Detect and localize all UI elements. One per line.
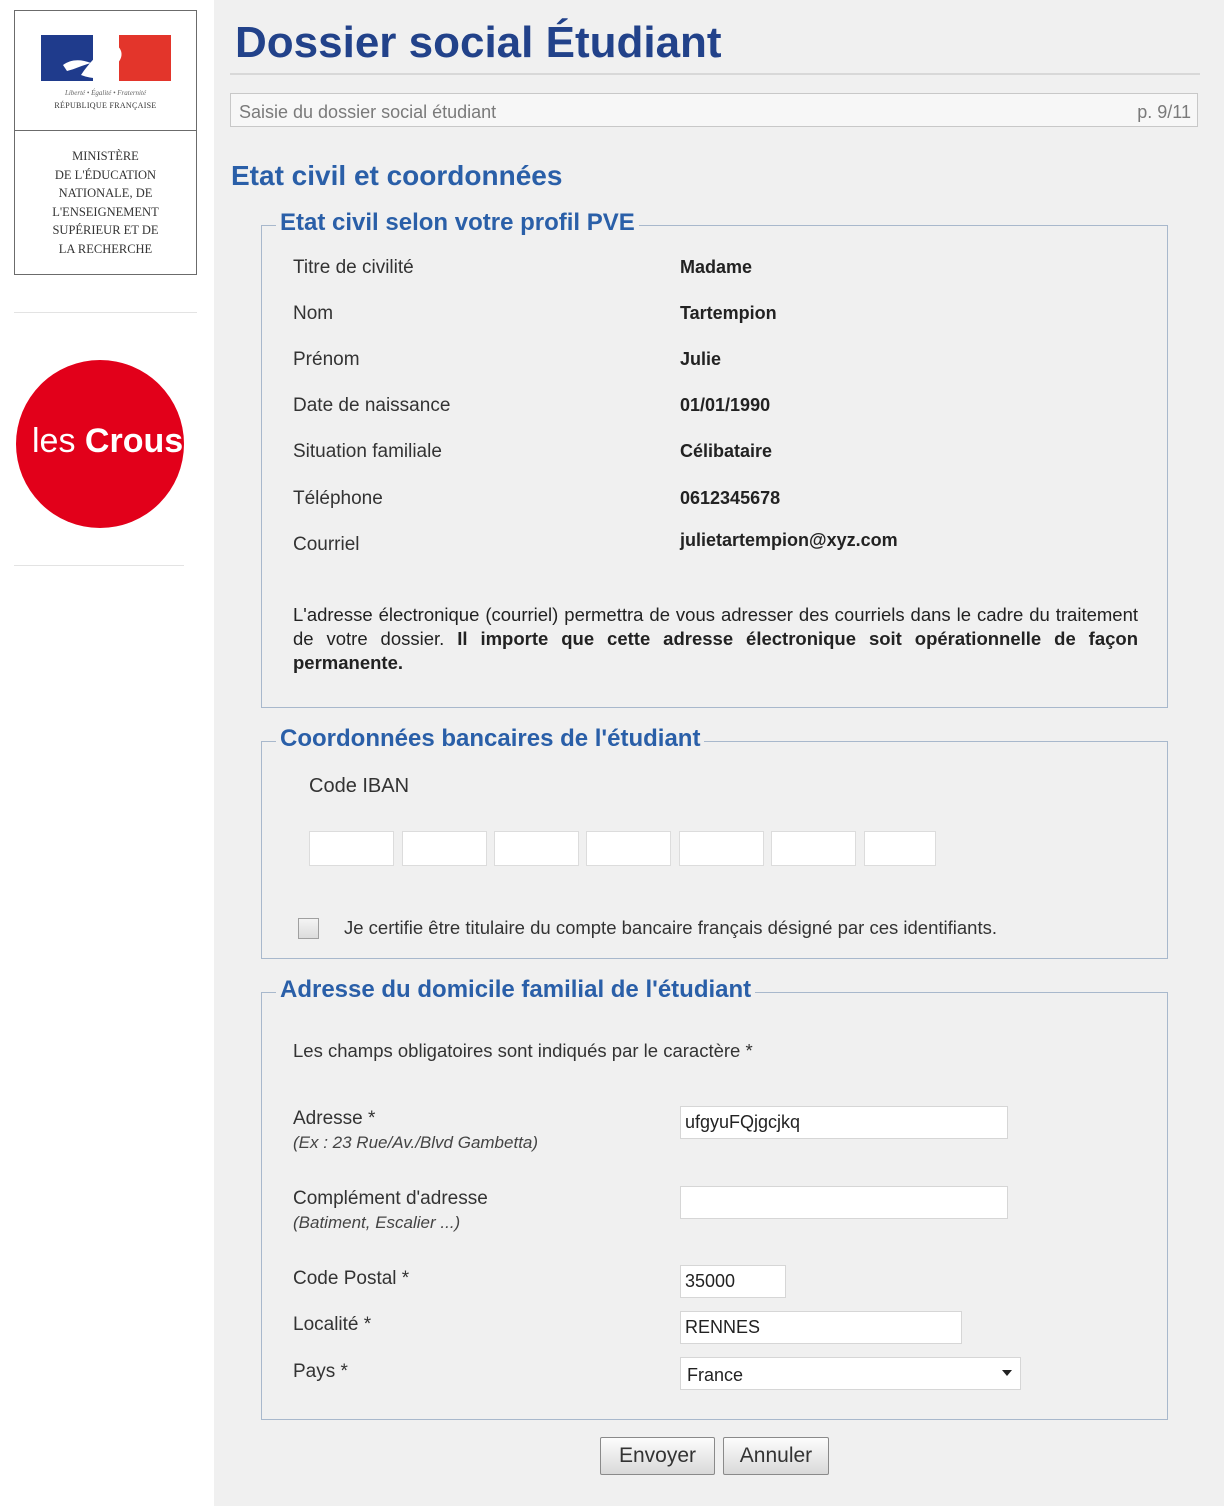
etat-civil-legend: Etat civil selon votre profil PVE: [276, 209, 639, 237]
step-title: Saisie du dossier social étudiant: [239, 102, 497, 122]
adresse-input[interactable]: [680, 1106, 1008, 1139]
adresse-label: Adresse *: [293, 1108, 376, 1129]
pays-select[interactable]: France: [680, 1357, 1021, 1390]
iban-segment-5[interactable]: [679, 831, 764, 866]
main-content: Dossier social Étudiant Saisie du dossie…: [214, 0, 1224, 1506]
sidebar: Liberté • Égalité • Fraternité RÉPUBLIQU…: [0, 0, 214, 1506]
localite-input[interactable]: [680, 1311, 962, 1344]
annuler-button[interactable]: Annuler: [723, 1437, 829, 1475]
envoyer-button[interactable]: Envoyer: [600, 1437, 715, 1475]
telephone-label: Téléphone: [293, 488, 383, 509]
pays-label: Pays *: [293, 1361, 348, 1382]
ministere-line: MINISTÈRE: [72, 149, 139, 163]
coordonnees-bancaires-fieldset: Coordonnées bancaires de l'étudiant Code…: [261, 725, 1168, 959]
title-divider: [230, 73, 1200, 75]
ministere-line: LA RECHERCHE: [58, 241, 153, 256]
coordonnees-bancaires-legend: Coordonnées bancaires de l'étudiant: [276, 725, 705, 753]
sidebar-divider: [14, 312, 197, 313]
iban-segment-1[interactable]: [309, 831, 394, 866]
iban-segment-7[interactable]: [864, 831, 936, 866]
iban-segment-6[interactable]: [771, 831, 856, 866]
prenom-value: Julie: [680, 349, 722, 369]
sidebar-divider: [14, 565, 184, 566]
pays-selected-value: France: [687, 1365, 744, 1385]
iban-segment-3[interactable]: [494, 831, 579, 866]
ministere-line: DE L'ÉDUCATION: [54, 167, 157, 182]
nom-label: Nom: [293, 303, 334, 324]
republique-francaise-logo: Liberté • Égalité • Fraternité RÉPUBLIQU…: [15, 11, 196, 131]
adresse-fieldset: Adresse du domicile familial de l'étudia…: [261, 976, 1168, 1420]
certify-label: Je certifie être titulaire du compte ban…: [344, 917, 997, 938]
crous-logo-text: les Crous: [32, 422, 183, 461]
page-indicator: p. 9/11: [1137, 102, 1191, 122]
date-naissance-label: Date de naissance: [293, 395, 451, 416]
date-naissance-value: 01/01/1990: [680, 395, 771, 415]
marianne-flag-icon: [41, 35, 171, 81]
iban-segment-4[interactable]: [586, 831, 671, 866]
situation-familiale-value: Célibataire: [680, 441, 773, 461]
complement-input[interactable]: [680, 1186, 1008, 1219]
telephone-value: 0612345678: [680, 488, 781, 508]
ministere-line: L'ENSEIGNEMENT: [52, 204, 159, 219]
page-title: Dossier social Étudiant: [235, 18, 722, 67]
ministere-line: SUPÉRIEUR ET DE: [52, 223, 159, 237]
courriel-label: Courriel: [293, 534, 360, 555]
adresse-legend: Adresse du domicile familial de l'étudia…: [276, 976, 756, 1004]
courriel-note: L'adresse électronique (courriel) permet…: [293, 603, 1138, 675]
adresse-hint: (Ex : 23 Rue/Av./Blvd Gambetta): [293, 1133, 539, 1152]
nom-value: Tartempion: [680, 303, 777, 323]
ministere-name: MINISTÈRE DE L'ÉDUCATION NATIONALE, DE L…: [15, 131, 196, 258]
crous-logo: les Crous: [16, 360, 184, 528]
republique-label: RÉPUBLIQUE FRANÇAISE: [54, 101, 157, 110]
prenom-label: Prénom: [293, 349, 360, 370]
civilite-value: Madame: [680, 257, 753, 277]
code-postal-label: Code Postal *: [293, 1268, 410, 1289]
crous-prefix: les: [32, 422, 76, 460]
civilite-label: Titre de civilité: [293, 257, 414, 278]
iban-segment-2[interactable]: [402, 831, 487, 866]
chevron-down-icon: [1002, 1370, 1012, 1376]
marianne-logo-block: Liberté • Égalité • Fraternité RÉPUBLIQU…: [14, 10, 197, 275]
certify-checkbox[interactable]: [298, 918, 319, 939]
section-title: Etat civil et coordonnées: [231, 160, 563, 191]
courriel-value: julietartempion@xyz.com: [680, 530, 898, 550]
code-postal-input[interactable]: [680, 1265, 786, 1298]
complement-label: Complément d'adresse: [293, 1188, 488, 1209]
complement-hint: (Batiment, Escalier ...): [293, 1213, 461, 1232]
mandatory-note: Les champs obligatoires sont indiqués pa…: [293, 1040, 753, 1061]
republique-devise: Liberté • Égalité • Fraternité: [64, 89, 147, 97]
iban-label: Code IBAN: [309, 775, 410, 797]
step-bar: Saisie du dossier social étudiant p. 9/1…: [230, 93, 1198, 127]
crous-name: Crous: [84, 422, 184, 460]
localite-label: Localité *: [293, 1314, 372, 1335]
ministere-line: NATIONALE, DE: [58, 186, 153, 200]
etat-civil-fieldset: Etat civil selon votre profil PVE Titre …: [261, 209, 1168, 708]
situation-familiale-label: Situation familiale: [293, 441, 442, 462]
